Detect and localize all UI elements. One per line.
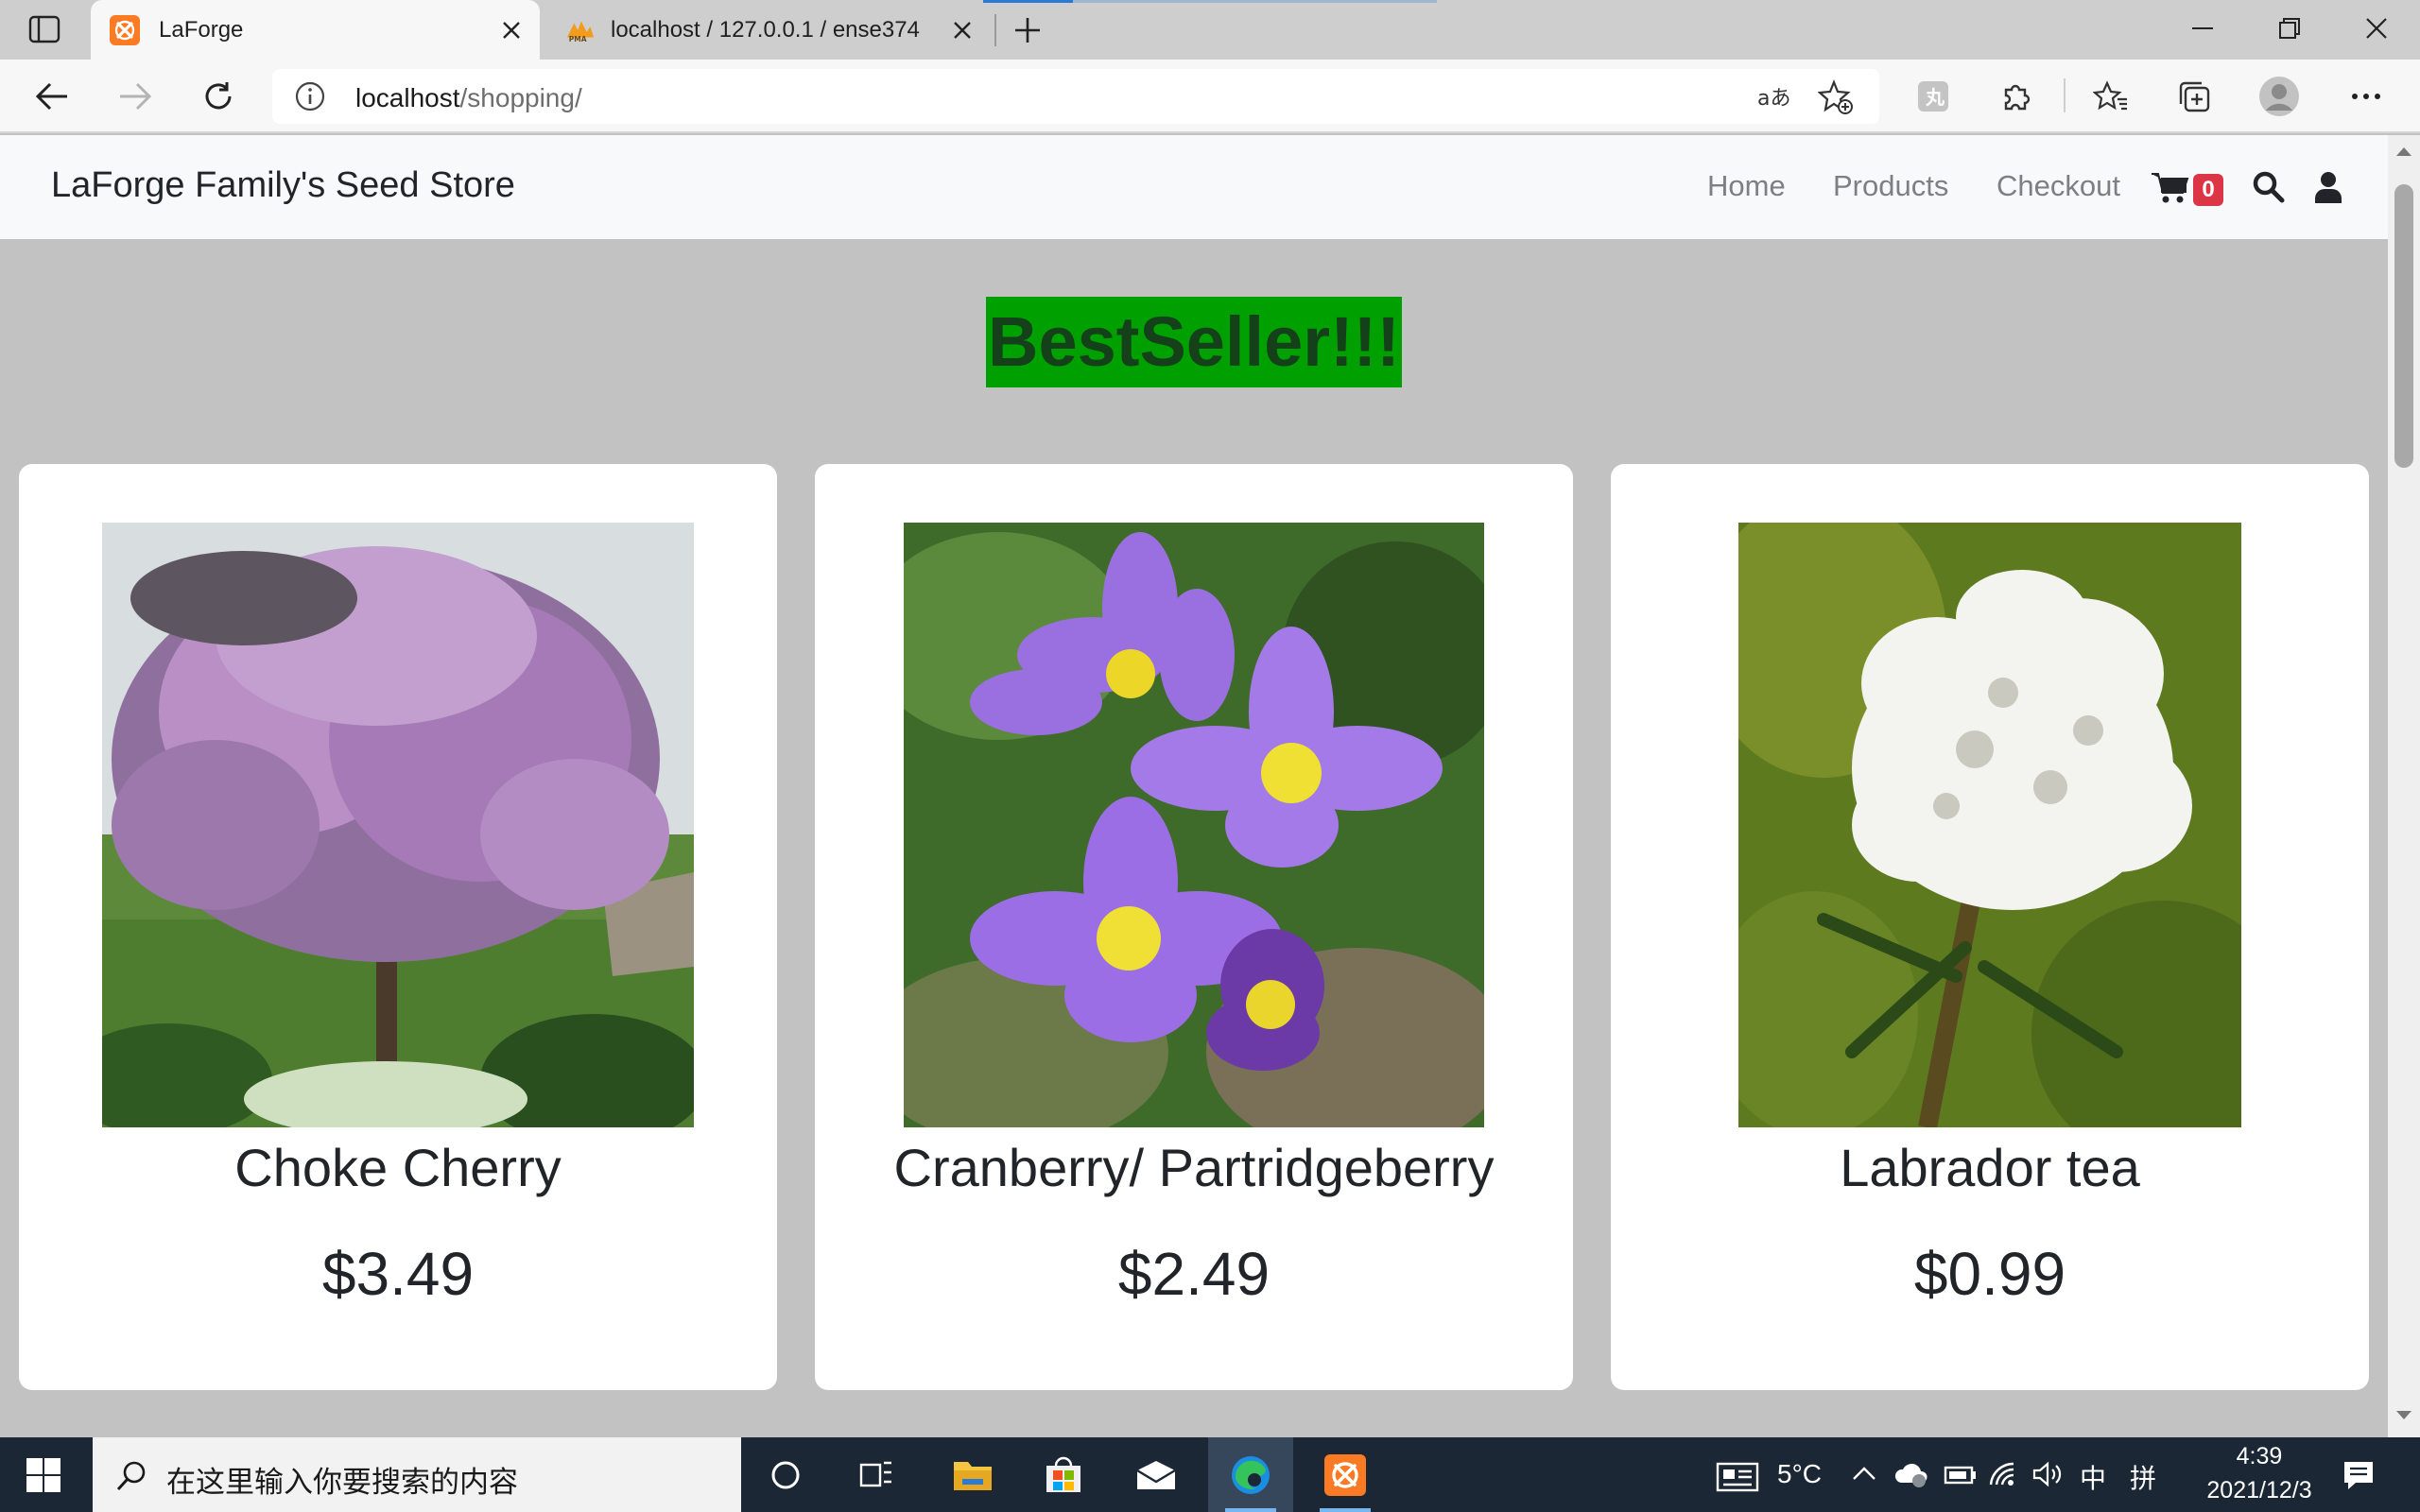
- close-tab-icon[interactable]: [947, 15, 977, 45]
- tab-strip: LaForge PMA localhost / 127.0.0.1 / ense…: [0, 0, 2420, 60]
- cortana-circle-icon: [764, 1453, 807, 1497]
- product-name: Choke Cherry: [234, 1138, 562, 1197]
- svg-text:PMA: PMA: [569, 35, 587, 43]
- mail-envelope-icon: [1134, 1453, 1178, 1497]
- product-price: $0.99: [1913, 1240, 2066, 1308]
- phpmyadmin-favicon-icon: PMA: [565, 15, 596, 45]
- task-view-button[interactable]: [834, 1437, 919, 1512]
- favorites-icon[interactable]: [2089, 75, 2133, 118]
- user-account-icon[interactable]: [2313, 171, 2343, 203]
- store-bag-icon: [1042, 1453, 1085, 1497]
- edge-browser-app[interactable]: [1208, 1437, 1293, 1512]
- more-menu-icon[interactable]: [2344, 75, 2388, 118]
- site-info-icon[interactable]: [295, 81, 325, 112]
- minimize-icon[interactable]: [2176, 9, 2229, 47]
- svg-text:丸: 丸: [1925, 86, 1945, 109]
- edge-logo-icon: [1229, 1453, 1272, 1497]
- add-favorite-icon[interactable]: [1817, 78, 1855, 116]
- url-path: /shopping/: [459, 83, 582, 112]
- weather-temperature[interactable]: 5°C: [1777, 1459, 1822, 1489]
- microsoft-store-app[interactable]: [1021, 1437, 1106, 1512]
- file-explorer-app[interactable]: [930, 1437, 1015, 1512]
- toolbar-divider: [2064, 78, 2066, 112]
- profile-avatar-icon[interactable]: [2257, 75, 2301, 118]
- page-scrollbar[interactable]: [2388, 135, 2420, 1437]
- product-name: Cranberry/ Partridgeberry: [893, 1138, 1495, 1197]
- product-card[interactable]: Choke Cherry $3.49: [19, 464, 777, 1390]
- search-icon: [113, 1458, 149, 1494]
- clock-time[interactable]: 4:39: [2193, 1443, 2325, 1470]
- svg-text:aあ: aあ: [1757, 87, 1790, 111]
- cortana-button[interactable]: [743, 1437, 828, 1512]
- nav-checkout[interactable]: Checkout: [1996, 169, 2120, 203]
- extension-icon[interactable]: 丸: [1911, 75, 1955, 118]
- nav-products[interactable]: Products: [1833, 169, 1948, 203]
- cloud-sync-icon[interactable]: [1893, 1460, 1927, 1492]
- browser-toolbar: localhost/shopping/ aあ 丸: [0, 60, 2420, 133]
- notification-center-icon[interactable]: [2340, 1456, 2377, 1494]
- battery-icon[interactable]: [1943, 1460, 1976, 1492]
- store-navbar: LaForge Family's Seed Store Home Product…: [0, 135, 2388, 239]
- chevron-up-icon[interactable]: [1850, 1460, 1882, 1492]
- collections-icon[interactable]: [2172, 75, 2216, 118]
- folder-icon: [951, 1453, 994, 1497]
- tab-title: LaForge: [159, 17, 244, 43]
- xampp-favicon-icon: [110, 15, 140, 45]
- url-host: localhost: [355, 83, 460, 112]
- ime-language-indicator[interactable]: 中: [2080, 1458, 2106, 1496]
- product-image-pasqueflower[interactable]: [904, 523, 1484, 1127]
- url-text[interactable]: localhost/shopping/: [355, 83, 582, 113]
- weather-news-icon[interactable]: [1716, 1460, 1759, 1492]
- store-brand[interactable]: LaForge Family's Seed Store: [51, 165, 515, 206]
- tab-divider: [994, 14, 996, 46]
- product-card[interactable]: Labrador tea $0.99: [1611, 464, 2369, 1390]
- address-bar[interactable]: localhost/shopping/ aあ: [272, 69, 1879, 124]
- windows-start-icon[interactable]: [19, 1454, 68, 1496]
- scrollbar-thumb[interactable]: [2394, 184, 2413, 468]
- scroll-up-arrow-icon[interactable]: [2395, 145, 2412, 158]
- xampp-app[interactable]: [1303, 1437, 1388, 1512]
- scroll-down-arrow-icon[interactable]: [2395, 1409, 2412, 1422]
- loading-indicator-track: [1073, 0, 1437, 3]
- web-page: LaForge Family's Seed Store Home Product…: [0, 135, 2388, 1437]
- ime-mode-indicator[interactable]: 拼: [2130, 1458, 2156, 1496]
- extensions-puzzle-icon[interactable]: [1995, 75, 2038, 118]
- wifi-icon[interactable]: [1988, 1460, 2020, 1492]
- refresh-icon[interactable]: [197, 75, 240, 118]
- tab-title: localhost / 127.0.0.1 / ense374 |: [611, 17, 923, 43]
- read-aloud-icon[interactable]: aあ: [1756, 78, 1792, 114]
- shopping-cart-icon[interactable]: [2152, 169, 2189, 205]
- windows-taskbar: 在这里输入你要搜索的内容 5°C 中 拼 4:39 2021/12/3: [0, 1437, 2420, 1512]
- back-icon[interactable]: [30, 75, 74, 118]
- task-view-icon: [855, 1453, 898, 1497]
- tab-laforge[interactable]: LaForge: [91, 0, 540, 60]
- taskbar-search-box[interactable]: 在这里输入你要搜索的内容: [93, 1437, 741, 1512]
- search-icon[interactable]: [2253, 171, 2285, 203]
- cart-count-badge: 0: [2193, 174, 2223, 206]
- nav-home[interactable]: Home: [1707, 169, 1786, 203]
- tab-phpmyadmin[interactable]: PMA localhost / 127.0.0.1 / ense374 |: [546, 0, 991, 60]
- volume-icon[interactable]: [2031, 1460, 2064, 1492]
- close-window-icon[interactable]: [2350, 9, 2403, 47]
- tab-actions-icon[interactable]: [25, 13, 64, 45]
- bestseller-banner: BestSeller!!!: [986, 297, 1402, 387]
- product-card[interactable]: Cranberry/ Partridgeberry $2.49: [815, 464, 1573, 1390]
- product-image-lilac-tree[interactable]: [102, 523, 694, 1127]
- new-tab-icon[interactable]: [1009, 11, 1046, 49]
- close-tab-icon[interactable]: [496, 15, 527, 45]
- mail-app[interactable]: [1114, 1437, 1199, 1512]
- forward-icon[interactable]: [113, 75, 157, 118]
- product-price: $3.49: [321, 1240, 475, 1308]
- product-name: Labrador tea: [1840, 1138, 2140, 1197]
- product-price: $2.49: [1117, 1240, 1270, 1308]
- xampp-logo-icon: [1323, 1453, 1367, 1497]
- restore-icon[interactable]: [2263, 9, 2316, 47]
- taskbar-search-placeholder: 在这里输入你要搜索的内容: [166, 1466, 518, 1500]
- loading-indicator: [983, 0, 1073, 3]
- product-image-labrador-tea[interactable]: [1738, 523, 2241, 1127]
- clock-date[interactable]: 2021/12/3: [2184, 1477, 2335, 1504]
